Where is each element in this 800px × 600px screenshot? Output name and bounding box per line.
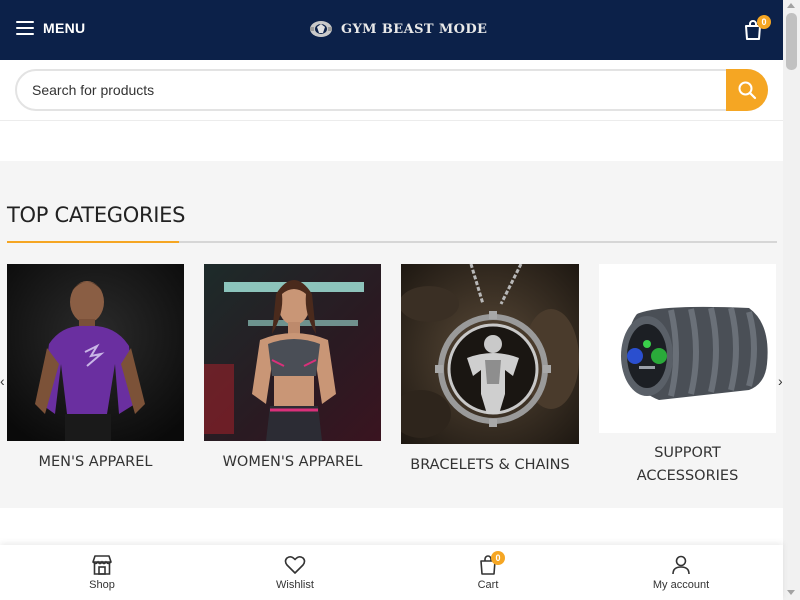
womens-apparel-image [204,264,381,441]
nav-label: Wishlist [276,579,314,591]
menu-label: MENU [43,20,86,36]
section-rule-accent [7,241,179,243]
category-label: WOMEN'S APPAREL [222,454,363,470]
scroll-thumb[interactable] [786,13,797,70]
header-divider [0,120,783,121]
section-title: TOP CATEGORIES [7,203,186,227]
category-label-line2: ACCESSORIES [636,468,739,484]
search-button[interactable] [726,69,768,111]
nav-label: Cart [477,579,499,591]
category-label: BRACELETS & CHAINS [410,457,570,473]
category-card-support-accessories[interactable]: SUPPORT ACCESSORIES [599,264,776,494]
site-logo[interactable]: GYM BEAST MODE [309,18,487,40]
hamburger-icon [16,21,34,35]
site-header: MENU GYM BEAST MODE 0 [0,0,783,60]
mens-apparel-image [7,264,184,441]
store-icon [92,555,112,575]
cart-count-badge: 0 [491,551,505,565]
category-label: MEN'S APPAREL [38,454,153,470]
heart-icon [284,556,306,574]
bracelets-chains-image [401,264,579,444]
carousel-prev-arrow[interactable]: ‹ [0,373,5,389]
nav-wishlist[interactable]: Wishlist [235,545,355,600]
category-card-bracelets-chains[interactable]: BRACELETS & CHAINS [401,264,579,482]
cart-count-badge: 0 [757,15,771,29]
scroll-down-arrow-icon[interactable] [787,590,795,595]
nav-cart[interactable]: 0 Cart [428,545,548,600]
category-card-womens-apparel[interactable]: WOMEN'S APPAREL [204,264,381,479]
nav-shop[interactable]: Shop [42,545,162,600]
nav-my-account[interactable]: My account [621,545,741,600]
category-card-mens-apparel[interactable]: MEN'S APPAREL [7,264,184,479]
brand-name: GYM BEAST MODE [341,21,488,37]
logo-emblem-icon [310,21,332,37]
search-icon [738,81,757,100]
category-label-line1: SUPPORT [654,445,721,461]
user-icon [672,555,690,575]
header-cart-button[interactable]: 0 [741,15,771,42]
menu-button[interactable]: MENU [16,20,85,36]
top-categories-section: TOP CATEGORIES MEN'S APPAREL WOMEN'S APP… [0,161,783,508]
nav-label: Shop [89,579,115,591]
support-accessories-image [599,264,776,433]
search-input[interactable] [15,69,768,111]
search-bar [15,69,768,111]
bottom-navigation: Shop Wishlist 0 Cart My account [0,545,783,600]
scroll-up-arrow-icon[interactable] [787,3,795,8]
nav-label: My account [652,579,710,591]
page-scrollbar[interactable] [783,0,800,600]
carousel-next-arrow[interactable]: › [778,373,783,389]
